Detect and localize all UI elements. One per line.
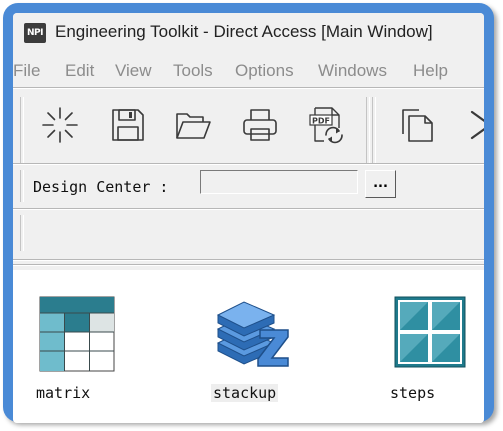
panel-separator-top (13, 259, 484, 261)
steps-grid-icon (394, 296, 466, 368)
menu-bar: File Edit View Tools Options Windows Hel… (13, 61, 484, 85)
save-button[interactable] (102, 99, 154, 151)
menu-view[interactable]: View (115, 61, 152, 81)
matrix-grid-icon (39, 296, 115, 372)
app-logo: NPI (24, 23, 46, 43)
more-tools-button[interactable] (457, 99, 484, 151)
menu-tools[interactable]: Tools (173, 61, 213, 81)
folder-open-icon (176, 113, 211, 139)
sparkle-icon (42, 107, 78, 143)
design-center-input[interactable] (200, 170, 358, 194)
steps-tool[interactable] (394, 296, 466, 368)
toolbar-grip[interactable] (20, 97, 24, 163)
pdf-refresh-icon: PDF (309, 107, 343, 144)
empty-bar-grip[interactable] (20, 215, 24, 251)
design-center-browse-button[interactable]: ... (365, 170, 396, 198)
menu-edit[interactable]: Edit (65, 61, 94, 81)
chevron-right-icon (470, 110, 484, 140)
stackup-tool[interactable] (214, 292, 294, 372)
new-button[interactable] (34, 99, 86, 151)
design-center-label: Design Center : (33, 178, 169, 196)
matrix-label: matrix (36, 384, 91, 402)
tool-panel: matrix stackup steps (13, 270, 484, 423)
pdf-badge-text: PDF (312, 117, 330, 126)
menu-help[interactable]: Help (413, 61, 448, 81)
open-button[interactable] (167, 99, 219, 151)
menu-windows[interactable]: Windows (318, 61, 387, 81)
title-bar: NPI Engineering Toolkit - Direct Access … (13, 13, 484, 53)
stackup-label: stackup (211, 384, 279, 402)
design-bar-grip[interactable] (20, 170, 24, 202)
toolbar: PDF (13, 89, 484, 173)
toolbar-separator-right[interactable] (372, 97, 376, 163)
design-center-bar: Design Center : ... (13, 165, 484, 208)
print-button[interactable] (234, 99, 286, 151)
toolbar-separator-left (366, 97, 370, 163)
empty-toolbar-row (13, 209, 484, 257)
panel-separator-bottom (13, 264, 484, 266)
main-window: NPI Engineering Toolkit - Direct Access … (13, 13, 484, 423)
window-title: Engineering Toolkit - Direct Access [Mai… (55, 22, 433, 41)
steps-label: steps (390, 384, 436, 402)
copy-icon (402, 109, 433, 142)
menu-options[interactable]: Options (235, 61, 294, 81)
copy-button[interactable] (392, 99, 444, 151)
matrix-tool[interactable] (39, 296, 115, 372)
printer-icon (243, 109, 277, 141)
menu-file[interactable]: File (13, 61, 40, 81)
pdf-button[interactable]: PDF (301, 99, 353, 151)
save-icon (112, 109, 144, 141)
stackup-layers-icon (216, 301, 289, 367)
